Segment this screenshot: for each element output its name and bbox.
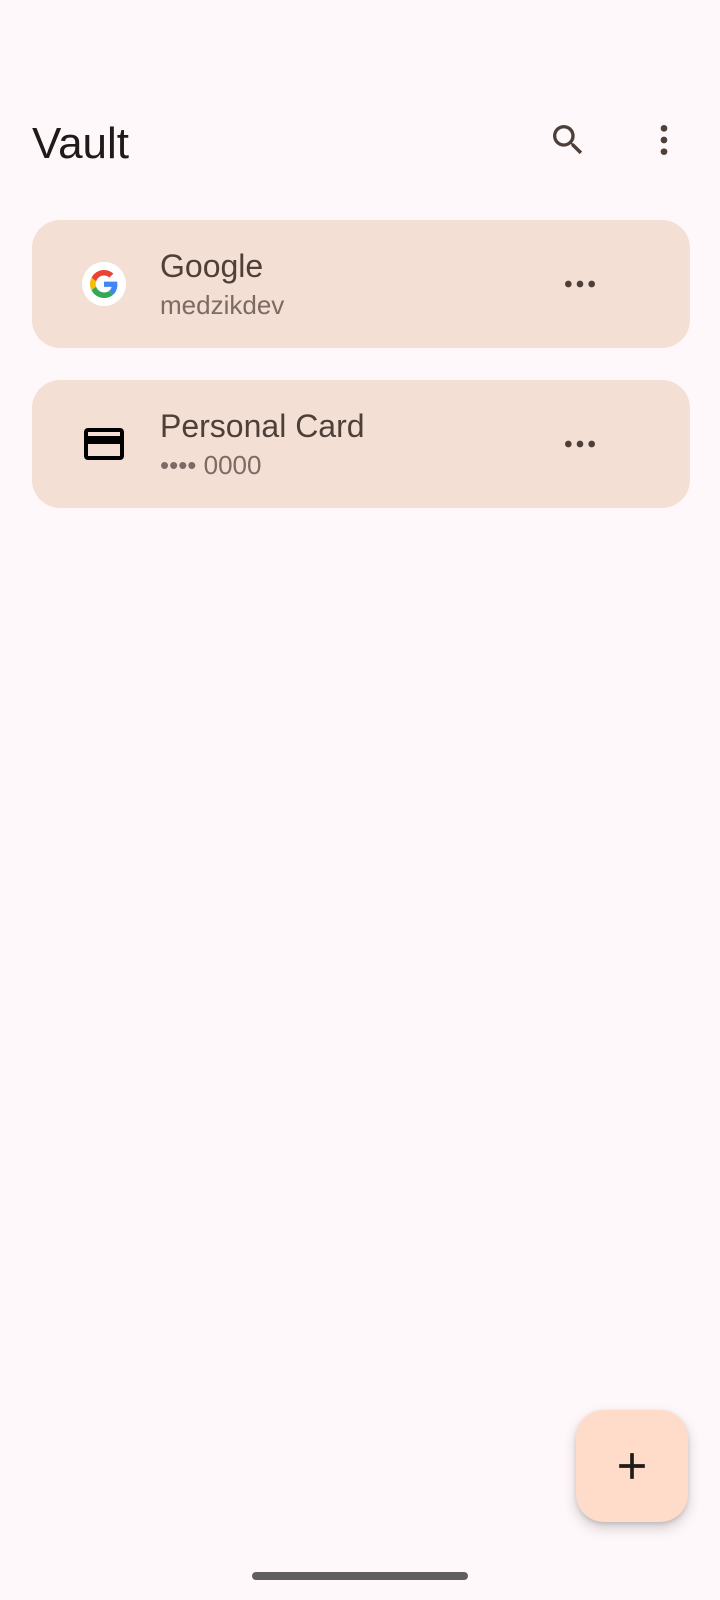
search-button[interactable]: [536, 108, 600, 172]
vault-item-personal-card[interactable]: Personal Card •••• 0000: [32, 380, 690, 508]
item-menu-button[interactable]: [548, 412, 612, 476]
more-options-button[interactable]: [632, 108, 696, 172]
item-subtitle: medzikdev: [160, 290, 285, 320]
more-horiz-icon: [565, 280, 595, 288]
item-icon-container: [80, 260, 128, 308]
add-item-fab[interactable]: [576, 1410, 688, 1522]
more-vert-icon: [660, 125, 668, 155]
credit-card-icon: [84, 428, 124, 460]
item-title: Personal Card: [160, 408, 365, 444]
search-icon: [553, 125, 583, 155]
item-icon-container: [80, 420, 128, 468]
home-indicator[interactable]: [252, 1572, 468, 1580]
add-icon: [619, 1453, 645, 1479]
more-horiz-icon: [565, 440, 595, 448]
top-app-bar: Vault: [0, 96, 720, 192]
vault-item-list: Google medzikdev Personal Card •••• 0000: [32, 220, 690, 540]
item-subtitle: •••• 0000: [160, 450, 262, 480]
google-icon: [90, 270, 118, 298]
vault-item-google[interactable]: Google medzikdev: [32, 220, 690, 348]
item-title: Google: [160, 248, 264, 284]
item-menu-button[interactable]: [548, 252, 612, 316]
page-title: Vault: [32, 119, 130, 168]
